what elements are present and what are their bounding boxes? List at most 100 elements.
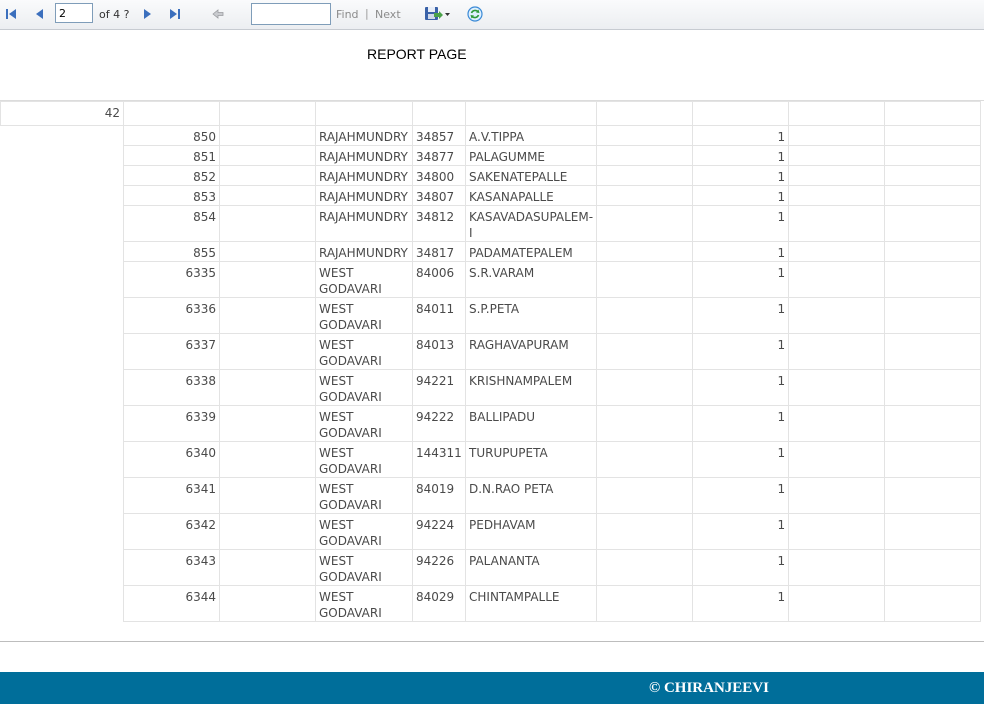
table-cell	[884, 205, 982, 242]
table-cell: 84013	[412, 333, 466, 370]
table-cell: 6338	[123, 369, 220, 406]
table-row: 6341 WEST GODAVARI 84019 D.N.RAO PETA 1	[0, 477, 982, 514]
table-cell: 94226	[412, 549, 466, 586]
table-cell	[219, 369, 316, 406]
table-cell: RAJAHMUNDRY	[315, 185, 413, 206]
table-cell: RAJAHMUNDRY	[315, 165, 413, 186]
table-cell	[884, 241, 982, 262]
table-cell: 1	[692, 441, 790, 478]
table-cell: 1	[692, 549, 790, 586]
table-cell	[596, 585, 694, 622]
table-cell: 1	[692, 405, 790, 442]
table-cell: 6337	[123, 333, 220, 370]
table-cell	[596, 441, 694, 478]
first-page-icon[interactable]	[2, 4, 22, 24]
table-cell	[219, 477, 316, 514]
indent-cell	[0, 297, 124, 334]
indent-cell	[0, 165, 124, 186]
next-page-icon[interactable]	[137, 4, 157, 24]
table-cell: A.V.TIPPA	[464, 125, 598, 146]
table-cell	[219, 145, 316, 166]
table-cell	[219, 165, 316, 186]
table-cell	[884, 297, 982, 334]
table-cell: 1	[692, 205, 790, 242]
table-cell: 94222	[412, 405, 466, 442]
table-cell: 1	[692, 165, 790, 186]
table-cell	[219, 297, 316, 334]
table-cell: D.N.RAO PETA	[464, 477, 598, 514]
table-cell	[884, 261, 982, 298]
table-cell	[219, 513, 316, 550]
export-button[interactable]	[423, 4, 453, 24]
table-cell: 1	[692, 585, 790, 622]
table-cell: 34857	[412, 125, 466, 146]
indent-cell	[0, 205, 124, 242]
table-cell	[884, 125, 982, 146]
table-cell	[596, 513, 694, 550]
refresh-icon[interactable]	[465, 4, 485, 24]
table-row: 854 RAJAHMUNDRY 34812 KASAVADASUPALEM-I 1	[0, 205, 982, 242]
previous-page-icon[interactable]	[30, 4, 50, 24]
table-cell: CHINTAMPALLE	[464, 585, 598, 622]
find-next-link[interactable]: Next	[375, 8, 401, 21]
table-cell: S.R.VARAM	[464, 261, 598, 298]
report-bottom-border	[0, 641, 984, 642]
table-cell	[219, 125, 316, 146]
table-cell	[788, 441, 886, 478]
table-cell: 94221	[412, 369, 466, 406]
table-cell	[884, 477, 982, 514]
table-row: 852 RAJAHMUNDRY 34800 SAKENATEPALLE 1	[0, 165, 982, 186]
table-cell: KASAVADASUPALEM-I	[464, 205, 598, 242]
group-header-row: 42	[0, 101, 982, 126]
indent-cell	[0, 585, 124, 622]
table-cell	[219, 261, 316, 298]
table-cell: 851	[123, 145, 220, 166]
page-number-input[interactable]	[55, 3, 93, 23]
table-cell: 6342	[123, 513, 220, 550]
table-cell: WEST GODAVARI	[315, 513, 413, 550]
indent-cell	[0, 369, 124, 406]
report-title: REPORT PAGE	[367, 46, 467, 62]
table-row: 6342 WEST GODAVARI 94224 PEDHAVAM 1	[0, 513, 982, 550]
table-cell: 1	[692, 241, 790, 262]
table-cell: 6341	[123, 477, 220, 514]
table-cell	[219, 205, 316, 242]
export-save-icon	[423, 7, 453, 28]
table-cell: WEST GODAVARI	[315, 261, 413, 298]
table-cell	[596, 333, 694, 370]
table-cell: S.P.PETA	[464, 297, 598, 334]
table-cell	[219, 441, 316, 478]
report-body[interactable]: 42 850 RAJAHMUNDRY 34857 A.V.TIPPA 1 851 RAJAH…	[0, 100, 984, 643]
back-to-parent-icon[interactable]	[208, 4, 228, 24]
table-cell: WEST GODAVARI	[315, 369, 413, 406]
table-row: 853 RAJAHMUNDRY 34807 KASANAPALLE 1	[0, 185, 982, 206]
table-cell	[596, 125, 694, 146]
table-cell: 1	[692, 477, 790, 514]
table-cell	[596, 241, 694, 262]
table-cell	[596, 185, 694, 206]
table-cell	[219, 405, 316, 442]
table-row: 6343 WEST GODAVARI 94226 PALANANTA 1	[0, 549, 982, 586]
find-link[interactable]: Find	[336, 8, 359, 21]
table-cell: 6335	[123, 261, 220, 298]
table-cell	[884, 369, 982, 406]
table-cell: RAJAHMUNDRY	[315, 145, 413, 166]
find-text-input[interactable]	[251, 3, 331, 25]
table-cell: KRISHNAMPALEM	[464, 369, 598, 406]
table-cell	[596, 477, 694, 514]
table-cell	[596, 369, 694, 406]
last-page-icon[interactable]	[164, 4, 184, 24]
table-cell: 34812	[412, 205, 466, 242]
table-cell: 6336	[123, 297, 220, 334]
table-cell: 1	[692, 261, 790, 298]
indent-cell	[0, 333, 124, 370]
table-cell: 1	[692, 297, 790, 334]
table-cell: WEST GODAVARI	[315, 477, 413, 514]
indent-cell	[0, 549, 124, 586]
table-cell	[219, 549, 316, 586]
table-cell	[596, 205, 694, 242]
table-cell	[788, 261, 886, 298]
table-cell: RAJAHMUNDRY	[315, 205, 413, 242]
table-cell: WEST GODAVARI	[315, 549, 413, 586]
table-row: 6335 WEST GODAVARI 84006 S.R.VARAM 1	[0, 261, 982, 298]
